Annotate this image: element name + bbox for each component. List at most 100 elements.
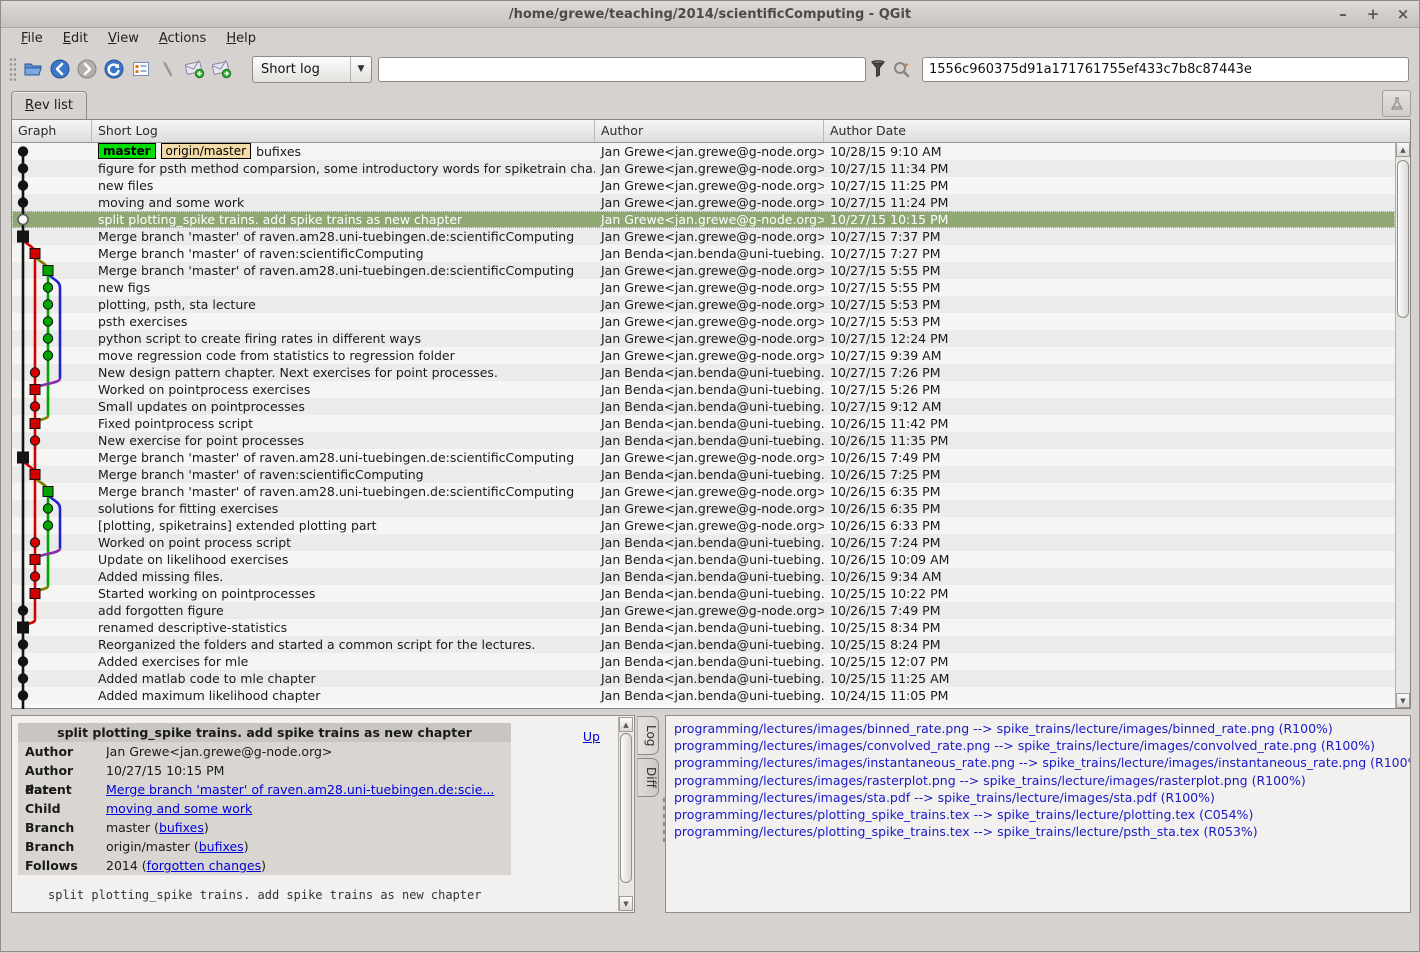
table-row[interactable]: [plotting, spiketrains] extended plottin… [12, 517, 1395, 534]
author-date-cell: 10/27/15 5:53 PM [824, 313, 1395, 330]
table-row[interactable]: new filesJan Grewe<jan.grewe@g-node.org>… [12, 177, 1395, 194]
table-row[interactable]: solutions for fitting exercisesJan Grewe… [12, 500, 1395, 517]
sha-input[interactable] [922, 57, 1409, 82]
side-tab-diff[interactable]: Diff [637, 758, 659, 797]
table-row[interactable]: renamed descriptive-statisticsJan Benda<… [12, 619, 1395, 636]
table-row[interactable]: Merge branch 'master' of raven:scientifi… [12, 245, 1395, 262]
table-row[interactable]: New design pattern chapter. Next exercis… [12, 364, 1395, 381]
table-row[interactable]: Added maximum likelihood chapterJan Bend… [12, 687, 1395, 704]
details-scrollbar[interactable]: ▲ ▼ [618, 717, 633, 911]
commit-details-panel: split plotting_spike trains. add spike t… [11, 715, 635, 913]
table-row[interactable]: Merge branch 'master' of raven:scientifi… [12, 466, 1395, 483]
ref-link[interactable]: bufixes [159, 820, 204, 835]
toolbar-drag-handle[interactable] [9, 56, 16, 82]
log-view-mode-select[interactable]: Short log ▼ [252, 56, 372, 83]
minimize-button[interactable]: – [1335, 6, 1351, 22]
author-cell: Jan Benda<jan.benda@uni-tuebing... [595, 687, 824, 704]
menu-view[interactable]: View [98, 29, 149, 49]
table-row[interactable]: moving and some workJan Grewe<jan.grewe@… [12, 194, 1395, 211]
commit-link[interactable]: moving and some work [106, 801, 252, 816]
table-row[interactable]: figure for psth method comparsion, some … [12, 160, 1395, 177]
table-row[interactable]: move regression code from statistics to … [12, 347, 1395, 364]
tab-corner-button[interactable] [1382, 90, 1411, 117]
table-row[interactable]: python script to create firing rates in … [12, 330, 1395, 347]
menu-edit[interactable]: Edit [53, 29, 98, 49]
file-list-item[interactable]: programming/lectures/images/sta.pdf --> … [674, 789, 1410, 806]
filter-tree-button[interactable] [866, 57, 890, 81]
wand-button[interactable] [155, 56, 181, 82]
menu-bar: FileEditViewActionsHelp [1, 27, 1420, 51]
scroll-down-arrow-icon[interactable]: ▼ [619, 896, 633, 911]
scroll-down-arrow-icon[interactable]: ▼ [1396, 693, 1410, 708]
table-row[interactable]: new figsJan Grewe<jan.grewe@g-node.org>1… [12, 279, 1395, 296]
title-bar: /home/grewe/teaching/2014/scientificComp… [1, 1, 1419, 28]
maximize-button[interactable]: + [1365, 6, 1381, 22]
scroll-up-arrow-icon[interactable]: ▲ [619, 717, 633, 732]
column-header-author[interactable]: Author [595, 120, 824, 142]
magnifier-edit-icon [892, 59, 912, 79]
up-link[interactable]: Up [583, 729, 600, 744]
table-row[interactable]: Worked on point process scriptJan Benda<… [12, 534, 1395, 551]
table-row[interactable]: Reorganized the folders and started a co… [12, 636, 1395, 653]
table-row[interactable]: Added missing files.Jan Benda<jan.benda@… [12, 568, 1395, 585]
tab-rev-list[interactable]: Rev list [11, 91, 87, 119]
short-log-cell: Added matlab code to mle chapter [92, 670, 595, 687]
table-row[interactable]: New exercise for point processesJan Bend… [12, 432, 1395, 449]
rev-list-scrollbar[interactable]: ▲ ▼ [1395, 142, 1410, 708]
save-patch-button[interactable] [182, 56, 208, 82]
scroll-up-arrow-icon[interactable]: ▲ [1396, 142, 1410, 157]
author-cell: Jan Benda<jan.benda@uni-tuebing... [595, 534, 824, 551]
table-row[interactable]: Worked on pointprocess exercisesJan Bend… [12, 381, 1395, 398]
ref-link[interactable]: forgotten changes [147, 858, 261, 873]
author-date-cell: 10/26/15 7:25 PM [824, 466, 1395, 483]
table-row[interactable]: Fixed pointprocess scriptJan Benda<jan.b… [12, 415, 1395, 432]
file-list-item[interactable]: programming/lectures/images/binned_rate.… [674, 720, 1410, 737]
detail-label: Branch [18, 837, 106, 856]
file-list-item[interactable]: programming/lectures/images/instantaneou… [674, 754, 1410, 771]
table-row[interactable]: psth exercisesJan Grewe<jan.grewe@g-node… [12, 313, 1395, 330]
back-button[interactable] [47, 56, 73, 82]
rev-list-scrollbar-thumb[interactable] [1397, 160, 1409, 318]
table-row[interactable]: Update on likelihood exercisesJan Benda<… [12, 551, 1395, 568]
details-scrollbar-thumb[interactable] [620, 733, 632, 883]
table-row[interactable]: Merge branch 'master' of raven.am28.uni-… [12, 483, 1395, 500]
table-row[interactable]: split plotting_spike trains. add spike t… [12, 211, 1395, 228]
save-patch-icon [184, 59, 206, 79]
table-row[interactable]: Merge branch 'master' of raven.am28.uni-… [12, 228, 1395, 245]
author-date-cell: 10/25/15 11:25 AM [824, 670, 1395, 687]
close-button[interactable]: × [1395, 6, 1411, 22]
author-cell: Jan Benda<jan.benda@uni-tuebing... [595, 585, 824, 602]
table-row[interactable]: add forgotten figureJan Grewe<jan.grewe@… [12, 602, 1395, 619]
column-header-graph[interactable]: Graph [12, 120, 92, 142]
open-repo-button[interactable] [20, 56, 46, 82]
reload-button[interactable] [101, 56, 127, 82]
side-tab-log[interactable]: Log [637, 716, 659, 755]
table-row[interactable]: Added exercises for mleJan Benda<jan.ben… [12, 653, 1395, 670]
file-list-item[interactable]: programming/lectures/images/rasterplot.p… [674, 772, 1410, 789]
table-row[interactable]: Merge branch 'master' of raven.am28.uni-… [12, 262, 1395, 279]
menu-help[interactable]: Help [216, 29, 266, 49]
table-row[interactable]: Added matlab code to mle chapterJan Bend… [12, 670, 1395, 687]
detail-value: Merge branch 'master' of raven.am28.uni-… [106, 780, 511, 799]
author-date-cell: 10/27/15 12:24 PM [824, 330, 1395, 347]
apply-patch-button[interactable] [209, 56, 235, 82]
file-list-item[interactable]: programming/lectures/plotting_spike_trai… [674, 806, 1410, 823]
commit-link[interactable]: Merge branch 'master' of raven.am28.uni-… [106, 782, 494, 797]
column-header-short-log[interactable]: Short Log [92, 120, 595, 142]
table-row[interactable]: Merge branch 'master' of raven.am28.uni-… [12, 449, 1395, 466]
highlight-search-button[interactable] [890, 57, 914, 81]
menu-file[interactable]: File [11, 29, 53, 49]
open-folder-icon [23, 59, 43, 79]
forward-button[interactable] [74, 56, 100, 82]
file-list-item[interactable]: programming/lectures/plotting_spike_trai… [674, 823, 1410, 840]
search-input[interactable] [378, 57, 866, 82]
menu-actions[interactable]: Actions [149, 29, 217, 49]
toggle-view-button[interactable] [128, 56, 154, 82]
table-row[interactable]: Small updates on pointprocessesJan Benda… [12, 398, 1395, 415]
file-list-item[interactable]: programming/lectures/images/convolved_ra… [674, 737, 1410, 754]
table-row[interactable]: Started working on pointprocessesJan Ben… [12, 585, 1395, 602]
column-header-author-date[interactable]: Author Date [824, 120, 1395, 142]
ref-link[interactable]: bufixes [199, 839, 244, 854]
table-row[interactable]: plotting, psth, sta lectureJan Grewe<jan… [12, 296, 1395, 313]
table-row[interactable]: masterorigin/masterbufixesJan Grewe<jan.… [12, 143, 1395, 160]
